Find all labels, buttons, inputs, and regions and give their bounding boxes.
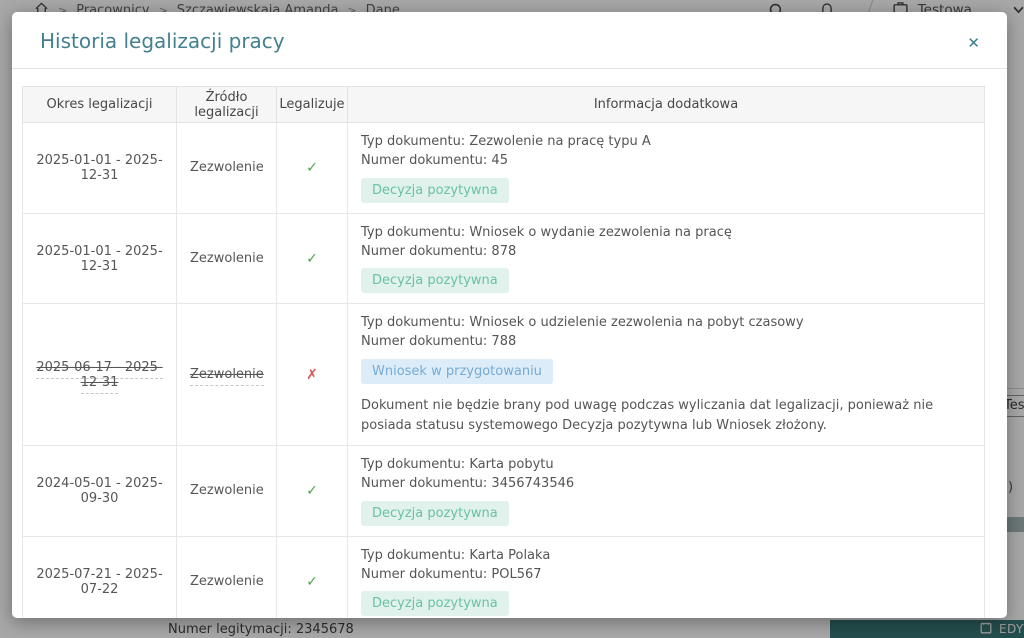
doc-number: Numer dokumentu: 45 xyxy=(361,152,971,171)
source-value: Zezwolenie xyxy=(190,574,264,589)
legalize-mark: ✓ xyxy=(306,574,318,590)
doc-number: Numer dokumentu: 3456743546 xyxy=(361,475,971,494)
doc-number: Numer dokumentu: POL567 xyxy=(361,566,971,585)
doc-type: Typ dokumentu: Wniosek o udzielenie zezw… xyxy=(361,314,971,333)
close-icon[interactable]: ✕ xyxy=(967,36,980,51)
modal-header: Historia legalizacji pracy ✕ xyxy=(12,12,1007,69)
legalize-mark: ✓ xyxy=(306,160,318,176)
doc-type: Typ dokumentu: Zezwolenie na pracę typu … xyxy=(361,133,971,152)
status-badge: Decyzja pozytywna xyxy=(361,591,509,616)
period-value: 2024-05-01 - 2025-09-30 xyxy=(36,476,162,506)
legalize-mark: ✓ xyxy=(306,251,318,267)
status-badge: Decyzja pozytywna xyxy=(361,268,509,293)
doc-number: Numer dokumentu: 878 xyxy=(361,243,971,262)
source-value: Zezwolenie xyxy=(190,367,264,386)
source-value: Zezwolenie xyxy=(190,483,264,498)
doc-type: Typ dokumentu: Wniosek o wydanie zezwole… xyxy=(361,224,971,243)
source-value: Zezwolenie xyxy=(190,160,264,175)
table-row: 2025-07-21 - 2025-07-22 Zezwolenie ✓ Typ… xyxy=(23,536,985,618)
doc-type: Typ dokumentu: Karta pobytu xyxy=(361,456,971,475)
modal-body: Okres legalizacji Źródło legalizacji Leg… xyxy=(12,69,1007,618)
header-zrodlo: Źródło legalizacji xyxy=(177,87,277,123)
doc-number: Numer dokumentu: 788 xyxy=(361,333,971,352)
header-informacja: Informacja dodatkowa xyxy=(348,87,985,123)
period-value: 2025-06-17 - 2025-12-31 xyxy=(36,360,162,394)
header-okres: Okres legalizacji xyxy=(23,87,177,123)
status-badge: Decyzja pozytywna xyxy=(361,178,509,203)
modal-title: Historia legalizacji pracy xyxy=(40,29,979,53)
table-header-row: Okres legalizacji Źródło legalizacji Leg… xyxy=(23,87,985,123)
row-note: Dokument nie będzie brany pod uwagę podc… xyxy=(361,396,971,435)
table-row: 2025-01-01 - 2025-12-31 Zezwolenie ✓ Typ… xyxy=(23,213,985,304)
period-value: 2025-01-01 - 2025-12-31 xyxy=(36,153,162,183)
legalization-history-modal: Historia legalizacji pracy ✕ Okres legal… xyxy=(12,12,1007,618)
period-value: 2025-01-01 - 2025-12-31 xyxy=(36,244,162,274)
period-value: 2025-07-21 - 2025-07-22 xyxy=(36,567,162,597)
legalization-table: Okres legalizacji Źródło legalizacji Leg… xyxy=(22,86,985,618)
status-badge: Decyzja pozytywna xyxy=(361,501,509,526)
table-row: 2025-01-01 - 2025-12-31 Zezwolenie ✓ Typ… xyxy=(23,123,985,214)
legalize-mark: ✗ xyxy=(306,367,318,383)
doc-type: Typ dokumentu: Karta Polaka xyxy=(361,547,971,566)
table-row: 2025-06-17 - 2025-12-31 Zezwolenie ✗ Typ… xyxy=(23,304,985,446)
header-legalizuje: Legalizuje xyxy=(277,87,348,123)
source-value: Zezwolenie xyxy=(190,251,264,266)
table-row: 2024-05-01 - 2025-09-30 Zezwolenie ✓ Typ… xyxy=(23,446,985,537)
legalize-mark: ✓ xyxy=(306,483,318,499)
status-badge: Wniosek w przygotowaniu xyxy=(361,359,553,384)
